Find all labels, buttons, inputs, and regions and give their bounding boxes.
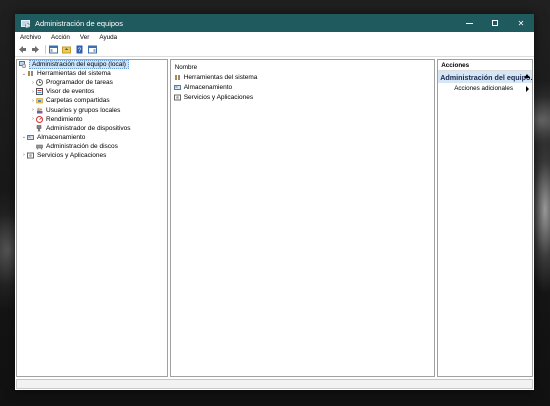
- list-item-system-tools[interactable]: Herramientas del sistema: [171, 72, 434, 82]
- minimize-icon: [465, 22, 473, 24]
- maximize-icon: [492, 20, 498, 26]
- close-icon: ✕: [517, 18, 525, 28]
- list-item-label: Almacenamiento: [183, 83, 233, 91]
- tools-icon: [28, 71, 33, 77]
- actions-section-label: Administración del equipo...: [440, 72, 532, 82]
- list-item-services[interactable]: Servicios y Aplicaciones: [171, 92, 434, 102]
- window-title: Administración de equipos: [35, 18, 123, 28]
- storage-icon: [27, 134, 34, 140]
- tree-item-storage[interactable]: ⌄ Almacenamiento: [17, 133, 167, 142]
- tools-icon: [174, 74, 180, 80]
- submenu-arrow-icon: [526, 86, 529, 92]
- up-one-level-button[interactable]: [62, 45, 71, 54]
- actions-section-computer-management[interactable]: Administración del equipo...: [438, 71, 532, 83]
- action-pane-icon: [88, 45, 97, 54]
- maximize-button[interactable]: [482, 14, 508, 32]
- status-bar: [16, 379, 533, 389]
- services-icon: [27, 152, 34, 159]
- tree-label-task-scheduler: Programador de tareas: [46, 79, 113, 87]
- results-list-pane[interactable]: Nombre Herramientas del sistema Almacena…: [169, 59, 436, 377]
- toolbar: ?: [15, 43, 534, 57]
- more-actions-item[interactable]: Acciones adicionales: [438, 83, 532, 94]
- list-item-label: Herramientas del sistema: [183, 73, 258, 81]
- tree-label-disk-management: Administración de discos: [46, 142, 118, 150]
- menu-ayuda[interactable]: Ayuda: [94, 34, 122, 41]
- services-icon: [173, 94, 181, 100]
- tree-item-task-scheduler[interactable]: › Programador de tareas: [17, 78, 167, 87]
- tree-item-disk-management[interactable]: Administración de discos: [17, 142, 167, 151]
- show-hide-tree-button[interactable]: [49, 45, 58, 54]
- tree-label-services: Servicios y Aplicaciones: [37, 151, 107, 159]
- actions-header: Acciones: [438, 60, 532, 71]
- app-window: Administración de equipos ✕ Archivo Acci…: [15, 14, 534, 390]
- tree-item-shared-folders[interactable]: › Carpetas compartidas: [17, 96, 167, 105]
- menu-archivo[interactable]: Archivo: [15, 34, 46, 41]
- event-viewer-icon: [36, 88, 43, 96]
- toolbar-separator: [45, 45, 46, 54]
- tree-label-device-manager: Administrador de dispositivos: [46, 124, 131, 132]
- console-tree-pane[interactable]: Administración del equipo (local) ⌄ Herr…: [16, 59, 168, 377]
- performance-icon: [36, 115, 43, 123]
- tree-item-event-viewer[interactable]: › Visor de eventos: [17, 87, 167, 96]
- forward-arrow-icon: [32, 46, 39, 53]
- tree-item-device-manager[interactable]: Administrador de dispositivos: [17, 124, 167, 133]
- title-bar[interactable]: Administración de equipos ✕: [15, 14, 534, 32]
- back-arrow-icon: [19, 46, 26, 53]
- menu-bar: Archivo Acción Ver Ayuda: [15, 32, 534, 43]
- tree-label-storage: Almacenamiento: [37, 133, 86, 141]
- forward-button[interactable]: [31, 45, 40, 54]
- tree-label-performance: Rendimiento: [46, 115, 83, 123]
- disk-management-icon: [36, 144, 43, 150]
- shared-folder-icon: [36, 98, 43, 104]
- computer-management-icon: [19, 61, 26, 69]
- clock-icon: [36, 79, 43, 87]
- folder-up-icon: [62, 46, 71, 54]
- console-tree-icon: [49, 45, 58, 54]
- tree-label-local-users: Usuarios y grupos locales: [46, 106, 121, 114]
- tree-item-root[interactable]: Administración del equipo (local): [17, 60, 167, 70]
- computer-management-icon: [21, 19, 30, 28]
- tree-label-shared-folders: Carpetas compartidas: [46, 97, 110, 105]
- users-icon: [37, 107, 43, 114]
- tree-item-system-tools[interactable]: ⌄ Herramientas del sistema: [17, 69, 167, 78]
- tree-item-local-users[interactable]: › Usuarios y grupos locales: [17, 105, 167, 114]
- menu-ver[interactable]: Ver: [75, 34, 94, 41]
- tree-item-services[interactable]: › Servicios y Aplicaciones: [17, 151, 167, 160]
- device-manager-icon: [36, 124, 42, 132]
- column-header-name[interactable]: Nombre: [171, 60, 434, 72]
- more-actions-label: Acciones adicionales: [454, 85, 513, 92]
- storage-icon: [173, 84, 181, 90]
- tree-label-event-viewer: Visor de eventos: [46, 88, 95, 96]
- menu-accion[interactable]: Acción: [46, 34, 75, 41]
- list-item-label: Servicios y Aplicaciones: [183, 93, 254, 101]
- collapse-caret-icon[interactable]: [524, 74, 530, 78]
- minimize-button[interactable]: [456, 14, 482, 32]
- close-button[interactable]: ✕: [508, 14, 534, 32]
- help-button[interactable]: ?: [75, 45, 84, 54]
- tree-item-performance[interactable]: › Rendimiento: [17, 115, 167, 124]
- back-button[interactable]: [18, 45, 27, 54]
- show-hide-action-pane-button[interactable]: [88, 45, 97, 54]
- tree-label-system-tools: Herramientas del sistema: [37, 70, 111, 78]
- help-book-icon: ?: [76, 45, 83, 54]
- list-item-storage[interactable]: Almacenamiento: [171, 82, 434, 92]
- actions-pane: Acciones Administración del equipo... Ac…: [437, 59, 533, 377]
- tree-label-root: Administración del equipo (local): [29, 60, 129, 70]
